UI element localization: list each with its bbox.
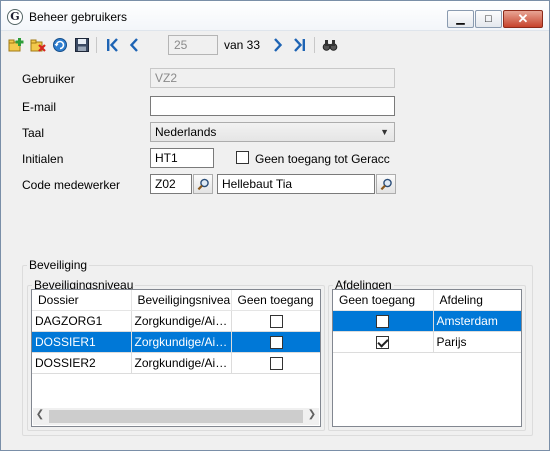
user-label: Gebruiker: [22, 72, 75, 86]
scrollbar-thumb[interactable]: [49, 410, 303, 423]
security-level-cell[interactable]: Zorgkundige/Aid...: [131, 352, 232, 374]
horizontal-scrollbar[interactable]: ❮ ❯: [33, 408, 319, 425]
column-header-security-level[interactable]: Beveiligingsniveau: [131, 290, 232, 311]
minimize-button[interactable]: ▁: [447, 10, 474, 28]
column-header-department[interactable]: Afdeling: [433, 290, 521, 311]
column-header-no-access[interactable]: Geen toegang: [333, 290, 434, 311]
initials-field[interactable]: HT1: [150, 148, 214, 168]
security-level-cell[interactable]: Zorgkundige/Aid...: [131, 331, 232, 353]
dossier-cell[interactable]: DAGZORG1: [32, 310, 132, 332]
table-row-selected[interactable]: DOSSIER1 Zorgkundige/Aid...: [32, 331, 320, 353]
no-access-cell[interactable]: [333, 310, 434, 332]
email-field[interactable]: [150, 96, 395, 116]
last-record-icon: [294, 38, 305, 52]
grid-header-row: Dossier Beveiligingsniveau Geen toegang: [32, 290, 320, 311]
employee-name-field[interactable]: Hellebaut Tia: [217, 174, 375, 194]
maximize-button[interactable]: □: [475, 10, 502, 28]
no-access-cell[interactable]: [231, 331, 320, 353]
dossier-cell[interactable]: DOSSIER1: [32, 331, 132, 353]
department-cell[interactable]: Amsterdam: [433, 310, 521, 332]
close-button[interactable]: ✕: [503, 10, 543, 28]
no-access-checkbox[interactable]: [269, 356, 283, 370]
table-row[interactable]: Parijs: [333, 331, 521, 353]
employee-code-field[interactable]: Z02: [150, 174, 192, 194]
table-row-selected[interactable]: Amsterdam: [333, 310, 521, 332]
language-select-value: Nederlands: [155, 125, 217, 139]
first-record-icon: [107, 38, 118, 52]
initials-label: Initialen: [22, 152, 64, 166]
security-level-grid[interactable]: Dossier Beveiligingsniveau Geen toegang …: [31, 289, 321, 427]
employee-name-search-button[interactable]: [376, 174, 396, 194]
delete-record-icon: [30, 39, 46, 52]
beheer-gebruikers-window: G Beheer gebruikers ▁ □ ✕ 25 van 33 Gebr…: [0, 0, 550, 451]
department-cell[interactable]: Parijs: [433, 331, 521, 353]
record-total-label: van 33: [224, 38, 261, 52]
app-logo-icon: G: [7, 9, 23, 25]
security-level-cell[interactable]: Zorgkundige/Aid...: [131, 310, 232, 332]
toolbar-separator: [314, 37, 315, 53]
no-access-label: Geen toegang tot Geracc: [255, 152, 390, 166]
toolbar: 25 van 33: [2, 32, 548, 58]
no-access-cell[interactable]: [231, 310, 320, 332]
next-record-icon: [274, 38, 283, 52]
save-icon: [75, 38, 89, 52]
refresh-icon: [53, 38, 67, 52]
no-access-checkbox-checked[interactable]: [375, 335, 389, 349]
maximize-icon: □: [485, 13, 492, 25]
language-select[interactable]: Nederlands ▼: [150, 122, 395, 142]
search-icon: [380, 178, 392, 191]
toolbar-separator: [96, 37, 97, 53]
chevron-down-icon: ▼: [380, 127, 389, 137]
column-header-no-access[interactable]: Geen toegang: [231, 290, 320, 311]
refresh-button[interactable]: [50, 35, 70, 55]
scroll-left-icon[interactable]: ❮: [33, 409, 47, 420]
record-position-field[interactable]: 25: [168, 35, 218, 55]
close-icon: ✕: [517, 11, 529, 26]
save-button[interactable]: [72, 35, 92, 55]
no-access-checkbox[interactable]: [269, 314, 283, 328]
new-record-icon: [8, 38, 24, 52]
previous-record-icon: [129, 38, 138, 52]
table-row[interactable]: DOSSIER2 Zorgkundige/Aid...: [32, 352, 320, 374]
title-bar[interactable]: G Beheer gebruikers ▁ □ ✕: [1, 1, 549, 31]
scroll-right-icon[interactable]: ❯: [305, 409, 319, 420]
delete-record-button[interactable]: [28, 35, 48, 55]
search-icon: [197, 178, 209, 191]
table-row[interactable]: DAGZORG1 Zorgkundige/Aid...: [32, 310, 320, 332]
last-record-button[interactable]: [290, 35, 310, 55]
security-group-title: Beveiliging: [29, 258, 88, 272]
user-field: VZ2: [150, 68, 395, 88]
email-label: E-mail: [22, 100, 57, 114]
employee-code-search-button[interactable]: [193, 174, 213, 194]
column-header-dossier[interactable]: Dossier: [32, 290, 132, 311]
employee-code-label: Code medewerker: [22, 178, 121, 192]
departments-grid[interactable]: Geen toegang Afdeling Amsterdam Parijs: [332, 289, 522, 427]
new-record-button[interactable]: [6, 35, 26, 55]
no-access-checkbox[interactable]: [269, 335, 283, 349]
no-access-checkbox[interactable]: [375, 314, 389, 328]
find-icon: [322, 40, 338, 51]
previous-record-button[interactable]: [124, 35, 144, 55]
window-title: Beheer gebruikers: [29, 10, 128, 24]
grid-header-row: Geen toegang Afdeling: [333, 290, 521, 311]
dossier-cell[interactable]: DOSSIER2: [32, 352, 132, 374]
language-label: Taal: [22, 126, 45, 140]
minimize-icon: ▁: [456, 13, 465, 25]
no-access-cell[interactable]: [231, 352, 320, 374]
no-access-cell[interactable]: [333, 331, 434, 353]
find-button[interactable]: [320, 35, 340, 55]
no-access-checkbox[interactable]: [236, 151, 249, 164]
first-record-button[interactable]: [102, 35, 122, 55]
next-record-button[interactable]: [268, 35, 288, 55]
